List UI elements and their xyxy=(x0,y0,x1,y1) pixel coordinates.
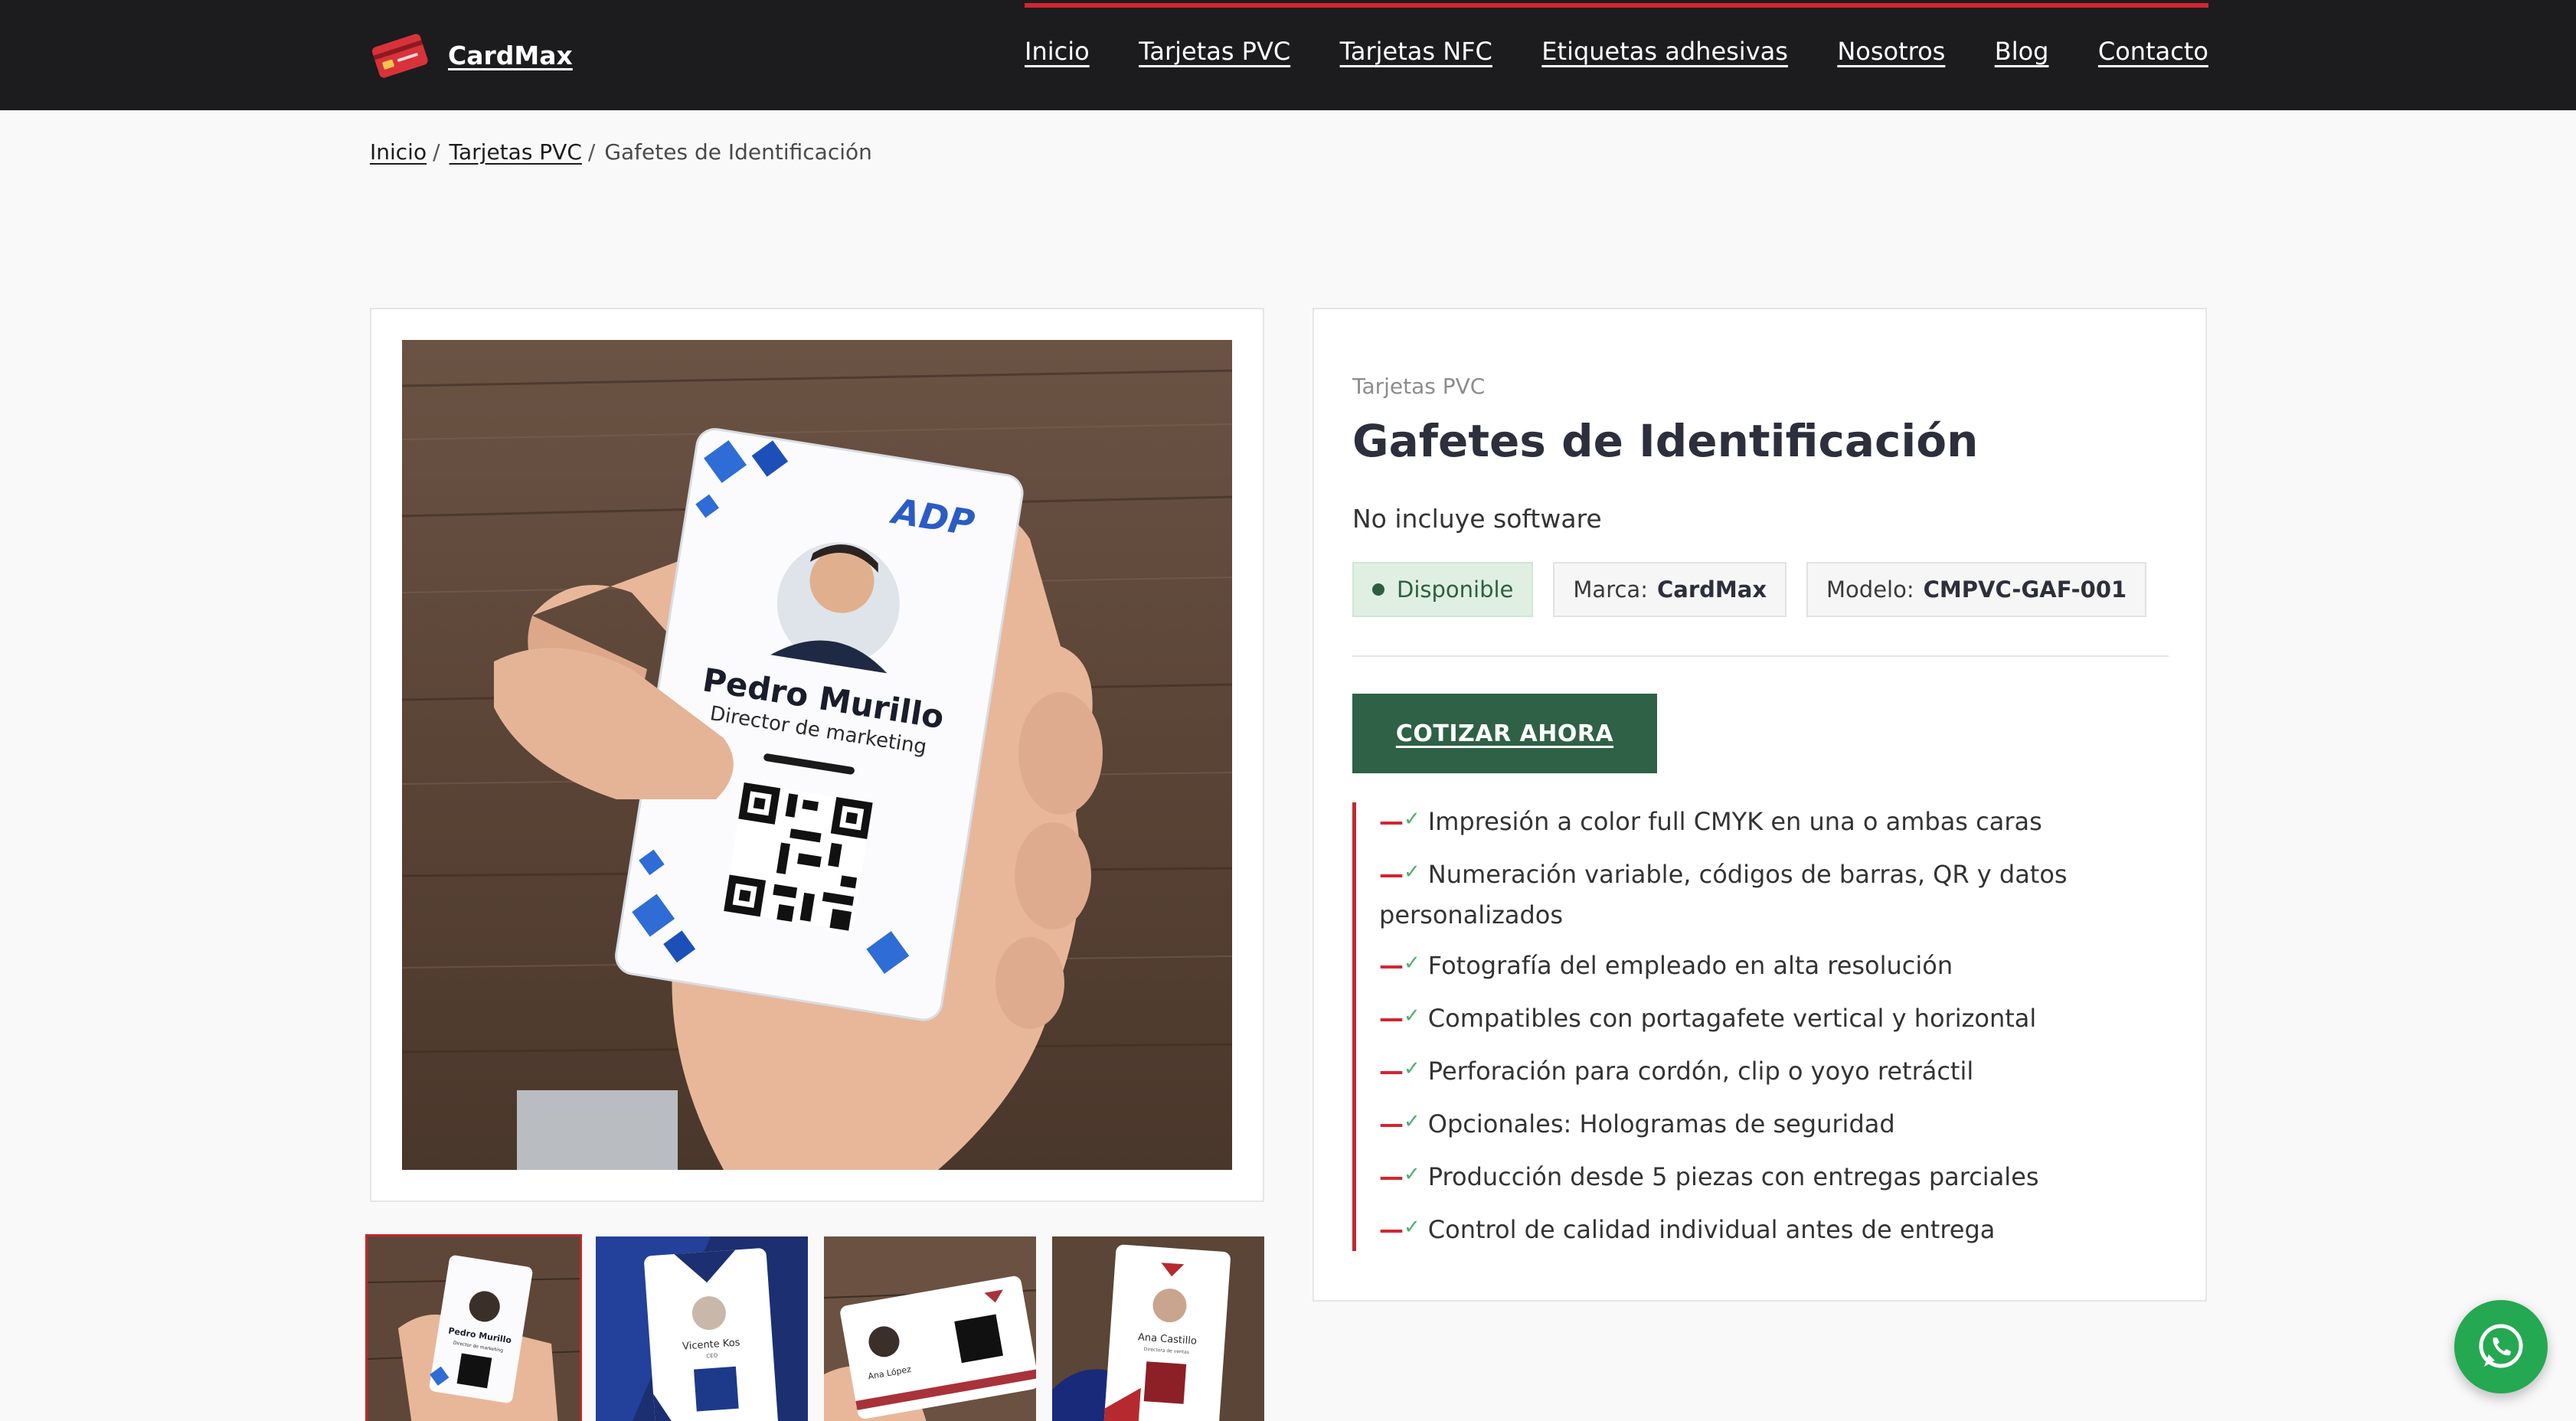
thumbnail-2[interactable]: Vicente Kos CEO xyxy=(593,1234,810,1421)
thumbnail-2-role: CEO xyxy=(706,1352,718,1359)
brand[interactable]: CardMax xyxy=(370,31,573,80)
site-header: CardMax Inicio Tarjetas PVC Tarjetas NFC… xyxy=(0,0,2576,110)
thumbnail-4[interactable]: Ana Castillo Directora de ventas xyxy=(1050,1234,1267,1421)
nav-contacto[interactable]: Contacto xyxy=(2098,37,2208,66)
feature-text: Control de calidad individual antes de e… xyxy=(1427,1215,1996,1244)
check-icon: ✓ xyxy=(1404,1057,1420,1080)
feature-text: Impresión a color full CMYK en una o amb… xyxy=(1427,807,2042,836)
model-label: Modelo: xyxy=(1826,577,1914,603)
breadcrumb-current: Gafetes de Identificación xyxy=(604,139,872,165)
check-icon: ✓ xyxy=(1404,1004,1420,1027)
breadcrumb: Inicio / Tarjetas PVC / Gafetes de Ident… xyxy=(370,139,872,165)
check-icon: ✓ xyxy=(1404,1216,1420,1239)
whatsapp-icon xyxy=(2479,1324,2523,1368)
nav-accent-bar xyxy=(1025,3,2208,8)
feature-text: Opcionales: Hologramas de seguridad xyxy=(1427,1109,1895,1138)
product-info-panel: Tarjetas PVC Gafetes de Identificación N… xyxy=(1313,308,2207,1302)
nav-nosotros[interactable]: Nosotros xyxy=(1837,37,1945,66)
brand-value: CardMax xyxy=(1656,577,1767,603)
check-icon: ✓ xyxy=(1404,1110,1420,1133)
feature-item: —✓ Fotografía del empleado en alta resolu… xyxy=(1379,946,2118,987)
status-dot-icon xyxy=(1372,583,1384,596)
breadcrumb-tarjetas-pvc[interactable]: Tarjetas PVC xyxy=(449,139,582,165)
feature-item: —✓ Compatibles con portagafete vertical y… xyxy=(1379,999,2118,1040)
feature-list: —✓ Impresión a color full CMYK en una o a… xyxy=(1352,802,2118,1251)
check-icon: ✓ xyxy=(1404,861,1420,884)
feature-text: Fotografía del empleado en alta resoluci… xyxy=(1427,951,1953,980)
brand-name[interactable]: CardMax xyxy=(448,41,573,70)
dash-icon: — xyxy=(1379,807,1404,836)
availability-badge: Disponible xyxy=(1352,562,1534,617)
feature-text: Producción desde 5 piezas con entregas p… xyxy=(1427,1162,2039,1191)
feature-item: —✓ Numeración variable, códigos de barras… xyxy=(1379,855,2118,934)
model-badge: Modelo: CMPVC-GAF-001 xyxy=(1806,562,2147,617)
divider xyxy=(1352,655,2169,657)
brand-label: Marca: xyxy=(1573,577,1648,603)
model-value: CMPVC-GAF-001 xyxy=(1923,577,2127,603)
dash-icon: — xyxy=(1379,1109,1404,1138)
brand-badge: Marca: CardMax xyxy=(1553,562,1787,617)
product-category: Tarjetas PVC xyxy=(1352,374,1486,399)
thumbnail-strip: Pedro Murillo Director de marketing Vice… xyxy=(365,1234,1264,1421)
product-image-panel: ADP Pedro Murillo Director de marketing xyxy=(370,308,1264,1202)
dash-icon: — xyxy=(1379,1004,1404,1033)
feature-text: Numeración variable, códigos de barras, … xyxy=(1379,860,2068,929)
thumbnail-3[interactable]: Ana López xyxy=(822,1234,1038,1421)
id-card-logo-icon xyxy=(371,34,428,78)
software-note: No incluye software xyxy=(1352,504,1602,534)
dash-icon: — xyxy=(1379,1162,1404,1191)
main-nav: Inicio Tarjetas PVC Tarjetas NFC Etiquet… xyxy=(1025,0,2208,110)
dash-icon: — xyxy=(1379,1215,1404,1244)
feature-item: —✓ Control de calidad individual antes de… xyxy=(1379,1210,2118,1251)
thumbnail-1[interactable]: Pedro Murillo Director de marketing xyxy=(365,1234,582,1421)
feature-text: Compatibles con portagafete vertical y h… xyxy=(1427,1004,2037,1033)
breadcrumb-separator: / xyxy=(433,139,440,165)
nav-tarjetas-pvc[interactable]: Tarjetas PVC xyxy=(1139,37,1290,66)
feature-item: —✓ Producción desde 5 piezas con entregas… xyxy=(1379,1158,2118,1198)
check-icon: ✓ xyxy=(1404,808,1420,831)
product-main-image[interactable]: ADP Pedro Murillo Director de marketing xyxy=(402,340,1232,1170)
feature-item: —✓ Opcionales: Hologramas de seguridad xyxy=(1379,1105,2118,1145)
check-icon: ✓ xyxy=(1404,1163,1420,1186)
feature-item: —✓ Perforación para cordón, clip o yoyo r… xyxy=(1379,1052,2118,1093)
product-title: Gafetes de Identificación xyxy=(1352,415,1979,467)
nav-tarjetas-nfc[interactable]: Tarjetas NFC xyxy=(1340,37,1492,66)
feature-text: Perforación para cordón, clip o yoyo ret… xyxy=(1427,1057,1974,1086)
feature-item: —✓ Impresión a color full CMYK en una o a… xyxy=(1379,802,2118,843)
nav-blog[interactable]: Blog xyxy=(1995,37,2049,66)
nav-etiquetas-adhesivas[interactable]: Etiquetas adhesivas xyxy=(1541,37,1788,66)
check-icon: ✓ xyxy=(1404,952,1420,975)
availability-text: Disponible xyxy=(1397,577,1514,603)
dash-icon: — xyxy=(1379,1057,1404,1086)
breadcrumb-separator: / xyxy=(587,139,596,165)
product-badges: Disponible Marca: CardMax Modelo: CMPVC-… xyxy=(1352,562,2147,617)
dash-icon: — xyxy=(1379,860,1404,889)
quote-now-button[interactable]: COTIZAR AHORA xyxy=(1352,694,1657,773)
dash-icon: — xyxy=(1379,951,1404,980)
breadcrumb-inicio[interactable]: Inicio xyxy=(370,139,427,165)
whatsapp-button[interactable] xyxy=(2454,1300,2548,1393)
nav-inicio[interactable]: Inicio xyxy=(1025,37,1090,66)
